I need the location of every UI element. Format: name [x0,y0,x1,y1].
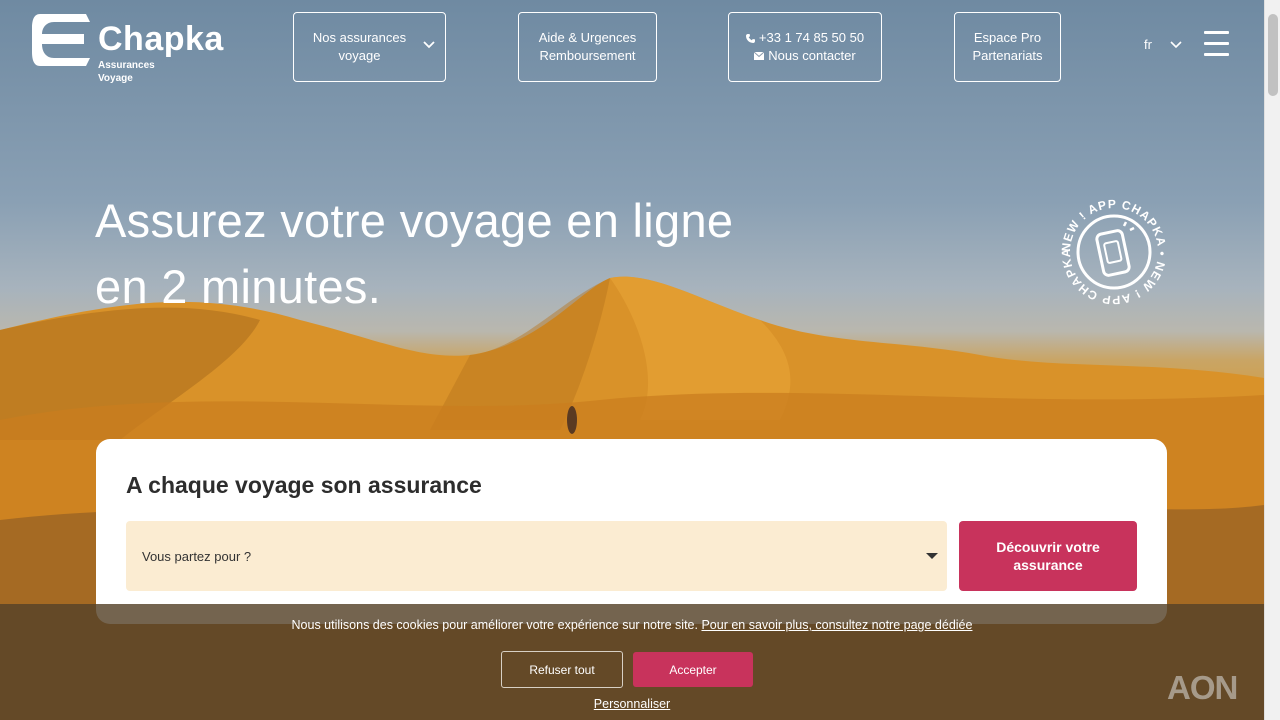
page-scrollbar[interactable] [1264,0,1280,720]
nav-contact-button[interactable]: +33 1 74 85 50 50 Nous contacter [728,12,882,82]
nav-pro-line2: Partenariats [972,48,1043,63]
nav-pro-button[interactable]: Espace Pro Partenariats [954,12,1061,82]
svg-text:NEW ! APP CHAPKA • NEW ! APP C: NEW ! APP CHAPKA • NEW ! APP CHAPKA • [1060,198,1168,306]
chevron-down-icon [423,41,435,49]
language-selector[interactable]: fr [1144,37,1182,52]
contact-label: Nous contacter [768,48,856,63]
cookie-message: Nous utilisons des cookies pour améliore… [291,618,698,632]
language-value: fr [1144,37,1152,52]
headline-line2: en 2 minutes. [95,260,382,313]
chevron-down-icon [1170,40,1182,48]
search-card-title: A chaque voyage son assurance [126,472,482,498]
logo-name: Chapka [98,20,224,58]
destination-select[interactable]: Vous partez pour ? [126,521,947,591]
phone-icon [745,33,755,43]
destination-placeholder: Vous partez pour ? [142,548,252,564]
nav-insurance-button[interactable]: Nos assurances voyage [293,12,446,82]
nav-help-line2: Remboursement [539,48,636,63]
chapka-logo[interactable]: Chapka Assurances Voyage [32,12,232,84]
nav-help-button[interactable]: Aide & Urgences Remboursement [518,12,657,82]
aon-logo: AON [1167,669,1238,706]
cookie-info-link[interactable]: Pour en savoir plus, consultez notre pag… [701,618,972,632]
caret-down-icon [926,553,938,559]
cookie-banner: Nous utilisons des cookies pour améliore… [0,604,1264,720]
customize-link[interactable]: Personnaliser [0,697,1264,711]
discover-insurance-button[interactable]: Découvrir votre assurance [959,521,1137,591]
scrollbar-thumb[interactable] [1268,14,1278,96]
logo-subtitle-2: Voyage [98,73,133,84]
badge-text: NEW ! APP CHAPKA • NEW ! APP CHAPKA • [1060,198,1168,306]
nav-insurance-line1: Nos assurances [312,30,407,45]
mail-icon [754,52,765,60]
app-chapka-badge[interactable]: NEW ! APP CHAPKA • NEW ! APP CHAPKA • [1060,198,1168,306]
refuse-all-button[interactable]: Refuser tout [501,651,623,688]
contact-phone: +33 1 74 85 50 50 [758,30,865,45]
cookie-message-row: Nous utilisons des cookies pour améliore… [0,618,1264,632]
search-card: A chaque voyage son assurance Vous parte… [96,439,1167,624]
nav-pro-line1: Espace Pro [973,30,1042,45]
chapka-logo-icon [32,14,90,66]
nav-insurance-line2: voyage [338,48,381,63]
hamburger-menu-icon[interactable] [1204,31,1229,56]
phone-app-icon [1095,221,1135,277]
headline-line1: Assurez votre voyage en ligne [95,194,734,247]
hero-headline: Assurez votre voyage en ligne en 2 minut… [95,188,855,320]
nav-help-line1: Aide & Urgences [538,30,637,45]
logo-subtitle-1: Assurances [98,60,155,71]
accept-button[interactable]: Accepter [633,652,753,687]
